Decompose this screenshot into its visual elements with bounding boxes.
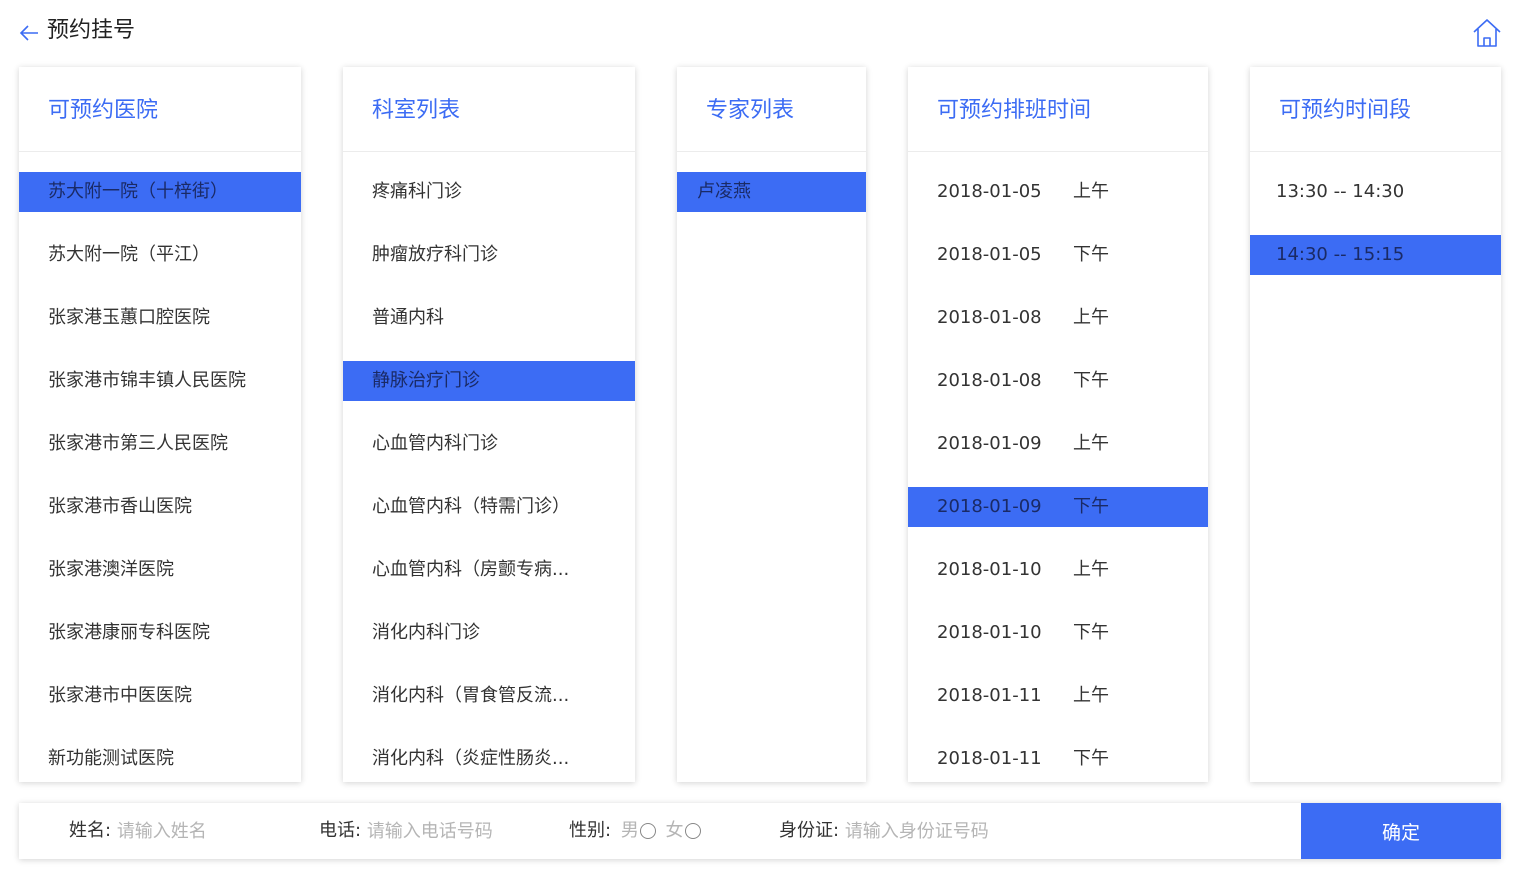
timeslot-item[interactable]: 13:30 -- 14:30 [1250,172,1501,212]
schedule-period: 下午 [1073,748,1109,769]
home-icon[interactable] [1470,16,1504,50]
hospital-item[interactable]: 张家港市中医医院 [19,676,301,716]
hospital-item[interactable]: 张家港康丽专科医院 [19,613,301,653]
schedule-period: 上午 [1073,307,1109,328]
department-panel: 科室列表 疼痛科门诊肿瘤放疗科门诊 普通内科静脉治疗门诊 心血管内科门诊 心血管内科（… [343,67,635,782]
schedule-item[interactable]: 2018-01-11 上午 [908,676,1208,716]
hospital-item[interactable]: 张家港市锦丰镇人民医院 [19,361,301,401]
schedule-item[interactable]: 2018-01-11 下午 [908,739,1208,779]
schedule-period: 下午 [1073,496,1109,517]
phone-label: 电话: [319,820,362,841]
schedule-date: 2018-01-09 [937,433,1042,454]
hospital-item[interactable]: 苏大附一院（十梓街） [19,172,301,212]
schedule-date: 2018-01-10 [937,622,1042,643]
name-field: 姓名: [69,803,287,859]
phone-field: 电话: [319,803,567,859]
hospital-item[interactable]: 张家港澳洋医院 [19,550,301,590]
expert-panel-title: 专家列表 [677,67,866,152]
gender-female-label: 女 [665,820,684,841]
id-label: 身份证: [779,820,840,841]
expert-panel: 专家列表 卢凌燕 [677,67,866,782]
schedule-period: 下午 [1073,622,1109,643]
hospital-item[interactable]: 张家港玉蕙口腔医院 [19,298,301,338]
schedule-date: 2018-01-09 [937,496,1042,517]
department-item[interactable]: 疼痛科门诊 [343,172,635,212]
hospital-item[interactable]: 新功能测试医院 [19,739,301,779]
department-item[interactable]: 消化内科（胃食管反流... [343,676,635,716]
department-item[interactable]: 心血管内科（特需门诊） [343,487,635,527]
schedule-item[interactable]: 2018-01-10 下午 [908,613,1208,653]
department-panel-title: 科室列表 [343,67,635,152]
schedule-date: 2018-01-11 [937,685,1042,706]
department-item[interactable]: 消化内科（炎症性肠炎... [343,739,635,779]
department-item[interactable]: 心血管内科门诊 [343,424,635,464]
timeslot-panel: 可预约时间段 13:30 -- 14:30 14:30 -- 15:15 [1250,67,1501,782]
schedule-period: 上午 [1073,559,1109,580]
booking-form: 姓名: 电话: 性别: 男 女 身份证: 确定 [19,803,1501,859]
name-label: 姓名: [69,820,112,841]
page-title: 预约挂号 [47,18,136,43]
id-field: 身份证: [779,803,1105,859]
hospital-item[interactable]: 苏大附一院（平江） [19,235,301,275]
schedule-date: 2018-01-08 [937,307,1042,328]
schedule-list: 2018-01-05 上午 2018-01-05 下午 2018-01-08 上午 2018… [908,152,1208,779]
confirm-button[interactable]: 确定 [1301,803,1501,859]
schedule-period: 上午 [1073,181,1109,202]
department-item[interactable]: 肿瘤放疗科门诊 [343,235,635,275]
schedule-period: 下午 [1073,370,1109,391]
phone-input[interactable] [366,816,567,846]
schedule-date: 2018-01-10 [937,559,1042,580]
department-item[interactable]: 普通内科 [343,298,635,338]
schedule-item[interactable]: 2018-01-08 下午 [908,361,1208,401]
department-item[interactable]: 静脉治疗门诊 [343,361,635,401]
gender-female-radio[interactable] [684,823,701,839]
schedule-item[interactable]: 2018-01-09 下午 [908,487,1208,527]
schedule-panel: 可预约排班时间 2018-01-05 上午 2018-01-05 下午 2018-01-… [908,67,1208,782]
department-list: 疼痛科门诊肿瘤放疗科门诊 普通内科静脉治疗门诊 心血管内科门诊 心血管内科（特需门诊）… [343,152,635,779]
expert-item[interactable]: 卢凌燕 [677,172,866,212]
schedule-item[interactable]: 2018-01-08 上午 [908,298,1208,338]
schedule-date: 2018-01-08 [937,370,1042,391]
schedule-item[interactable]: 2018-01-10 上午 [908,550,1208,590]
expert-list: 卢凌燕 [677,152,866,212]
name-input[interactable] [116,816,287,846]
schedule-item[interactable]: 2018-01-05 上午 [908,172,1208,212]
schedule-item[interactable]: 2018-01-09 上午 [908,424,1208,464]
schedule-period: 下午 [1073,244,1109,265]
hospital-list: 苏大附一院（十梓街） 苏大附一院（平江） 张家港玉蕙口腔医院 张家港市锦丰镇人民医院张… [19,152,301,779]
schedule-panel-title: 可预约排班时间 [908,67,1208,152]
gender-male-label: 男 [620,820,639,841]
schedule-date: 2018-01-05 [937,244,1042,265]
gender-male-radio[interactable] [639,823,656,839]
department-item[interactable]: 心血管内科（房颤专病... [343,550,635,590]
timeslot-list: 13:30 -- 14:30 14:30 -- 15:15 [1250,152,1501,275]
schedule-item[interactable]: 2018-01-05 下午 [908,235,1208,275]
department-item[interactable]: 消化内科门诊 [343,613,635,653]
timeslot-panel-title: 可预约时间段 [1250,67,1501,152]
arrow-left-icon[interactable] [16,20,42,46]
gender-field: 性别: 男 女 [569,803,701,859]
id-number-input[interactable] [844,816,1105,846]
hospital-item[interactable]: 张家港市第三人民医院 [19,424,301,464]
hospital-item[interactable]: 张家港市香山医院 [19,487,301,527]
top-bar: 预约挂号 [0,0,1524,64]
gender-label: 性别: [569,820,612,841]
schedule-period: 上午 [1073,433,1109,454]
schedule-date: 2018-01-05 [937,181,1042,202]
timeslot-item[interactable]: 14:30 -- 15:15 [1250,235,1501,275]
hospital-panel-title: 可预约医院 [19,67,301,152]
hospital-panel: 可预约医院 苏大附一院（十梓街） 苏大附一院（平江） 张家港玉蕙口腔医院 张家港市锦丰… [19,67,301,782]
schedule-date: 2018-01-11 [937,748,1042,769]
schedule-period: 上午 [1073,685,1109,706]
